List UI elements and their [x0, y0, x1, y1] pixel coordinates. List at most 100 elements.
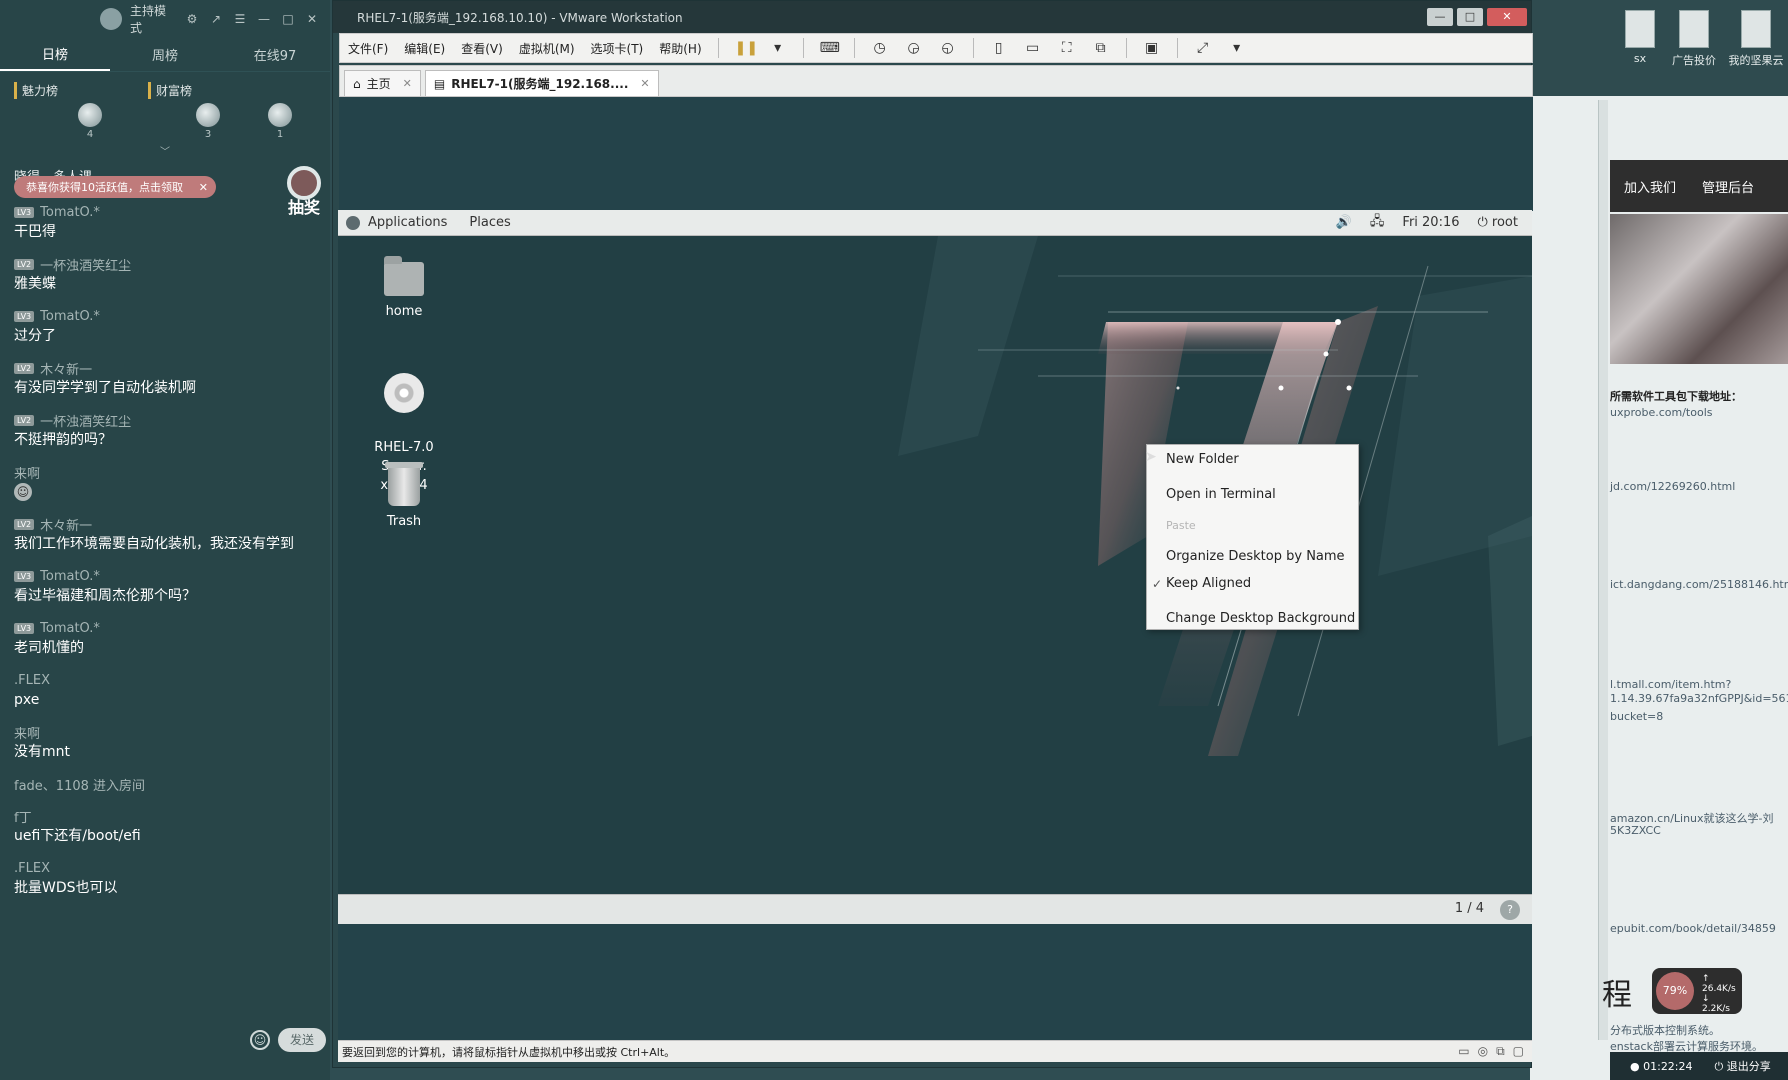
chat-user[interactable]: .FLEX: [14, 861, 50, 876]
chat-user[interactable]: f丁: [14, 807, 32, 826]
medal-item[interactable]: 4: [78, 103, 102, 140]
hard-disk-icon[interactable]: ▭: [1458, 1044, 1469, 1059]
page-link[interactable]: epubit.com/book/detail/34859: [1610, 922, 1776, 935]
page-link[interactable]: 5K3ZXCC: [1610, 824, 1661, 837]
reward-notice[interactable]: 恭喜你获得10活跃值，点击领取 ✕: [14, 176, 216, 198]
level-badge: LV2: [14, 414, 35, 426]
exit-share-button[interactable]: ⏻ 退出分享: [1715, 1058, 1771, 1074]
emoji-picker-icon[interactable]: ☺: [250, 1030, 270, 1050]
user-menu[interactable]: ⏻ root: [1478, 215, 1519, 230]
chevron-down-icon[interactable]: ▾: [769, 39, 787, 57]
network-adapter-icon[interactable]: ⧉: [1496, 1044, 1505, 1059]
chat-user[interactable]: 一杯浊酒笑红尘: [40, 255, 131, 274]
network-icon[interactable]: 🖧: [1370, 212, 1385, 234]
menu-file[interactable]: 文件(F): [348, 40, 388, 57]
host-avatar[interactable]: [100, 8, 122, 30]
chat-user[interactable]: TomatO.*: [40, 309, 100, 324]
desktop-shortcut[interactable]: 我的坚果云: [1726, 10, 1786, 68]
chat-user[interactable]: TomatO.*: [40, 621, 100, 636]
network-speed-widget[interactable]: 79% ↑ 26.4K/s ↓ 2.2K/s: [1652, 968, 1742, 1014]
tab-vm[interactable]: ▤ RHEL7-1(服务端_192.168.... ✕: [424, 70, 659, 96]
chat-user[interactable]: .FLEX: [14, 673, 50, 688]
page-link[interactable]: jd.com/12269260.html: [1610, 480, 1735, 493]
desktop-shortcut[interactable]: sx: [1610, 10, 1670, 65]
menu-vm[interactable]: 虚拟机(M): [519, 40, 575, 57]
vmware-titlebar[interactable]: RHEL7-1(服务端_192.168.10.10) - VMware Work…: [333, 1, 1531, 33]
desktop-icon-home[interactable]: home: [354, 256, 454, 321]
tab-online[interactable]: 在线97: [220, 39, 330, 70]
tab-home[interactable]: ⌂ 主页 ✕: [344, 70, 421, 96]
tab-daily[interactable]: 日榜: [0, 38, 110, 71]
page-link[interactable]: 1.14.39.67fa9a32nfGPPJ&id=561: [1610, 692, 1788, 705]
maximize-icon[interactable]: □: [280, 12, 296, 26]
close-icon[interactable]: ✕: [304, 12, 320, 26]
toolbar-separator: [1125, 38, 1127, 58]
menu-help[interactable]: 帮助(H): [659, 40, 701, 57]
console-icon[interactable]: ▣: [1143, 39, 1161, 57]
desktop-icon-trash[interactable]: Trash: [354, 462, 454, 531]
message-icon[interactable]: ▢: [1513, 1044, 1524, 1059]
menu-item-new-folder[interactable]: New Folder: [1147, 448, 1358, 472]
chat-user[interactable]: TomatO.*: [40, 205, 100, 220]
close-button[interactable]: ✕: [1487, 8, 1527, 26]
page-link[interactable]: ict.dangdang.com/25188146.htm: [1610, 578, 1788, 591]
cd-icon[interactable]: ◎: [1478, 1044, 1488, 1059]
help-icon[interactable]: ?: [1500, 900, 1520, 920]
chat-user[interactable]: 来啊: [14, 463, 40, 482]
wealth-rank-label[interactable]: 财富榜: [147, 82, 192, 99]
minimize-button[interactable]: —: [1427, 8, 1453, 26]
sidebar-view-icon[interactable]: ▯: [990, 39, 1008, 57]
page-link[interactable]: l.tmall.com/item.htm?: [1610, 678, 1731, 691]
page-link[interactable]: uxprobe.com/tools: [1610, 406, 1712, 419]
desktop-shortcut[interactable]: 广告投价: [1664, 10, 1724, 68]
menu-item-open-terminal[interactable]: Open in Terminal: [1147, 483, 1358, 507]
menu-edit[interactable]: 编辑(E): [404, 40, 445, 57]
chevron-down-icon[interactable]: ﹀: [0, 143, 330, 158]
chat-user[interactable]: TomatO.*: [40, 569, 100, 584]
snapshot-manager-icon[interactable]: ◵: [939, 39, 957, 57]
nav-join-us[interactable]: 加入我们: [1624, 177, 1676, 196]
medal-item[interactable]: 1: [268, 103, 292, 140]
medal-item[interactable]: 3: [196, 103, 220, 140]
places-menu[interactable]: Places: [469, 215, 510, 230]
menu-item-change-background[interactable]: Change Desktop Background: [1147, 607, 1358, 631]
charm-rank-label[interactable]: 魅力榜: [14, 82, 58, 99]
medal-icon: [196, 103, 220, 127]
menu-tabs[interactable]: 选项卡(T): [591, 40, 644, 57]
chat-user[interactable]: 木々新一: [40, 515, 92, 534]
clock[interactable]: Fri 20:16: [1402, 215, 1459, 230]
unity-icon[interactable]: ⧉: [1092, 39, 1110, 57]
send-keys-icon[interactable]: ⌨: [820, 39, 840, 57]
tab-weekly[interactable]: 周榜: [110, 39, 220, 70]
stretch-icon[interactable]: ⤢: [1194, 39, 1212, 57]
chat-user[interactable]: 来啊: [14, 723, 40, 742]
thumbnail-view-icon[interactable]: ▭: [1024, 39, 1042, 57]
chat-user[interactable]: 一杯浊酒笑红尘: [40, 411, 131, 430]
close-icon[interactable]: ✕: [199, 181, 208, 194]
snapshot-icon[interactable]: ◷: [871, 39, 889, 57]
chat-topbar: 主持模式 ⚙ ↗ ☰ — □ ✕: [0, 0, 330, 38]
close-tab-icon[interactable]: ✕: [640, 77, 649, 90]
menu-item-keep-aligned[interactable]: ✓ Keep Aligned: [1147, 572, 1358, 596]
pause-icon[interactable]: ❚❚: [735, 39, 758, 57]
menu-view[interactable]: 查看(V): [461, 40, 503, 57]
settings-icon[interactable]: ⚙: [184, 12, 200, 26]
chat-user[interactable]: 木々新一: [40, 359, 92, 378]
minimize-icon[interactable]: —: [256, 12, 272, 26]
page-link[interactable]: bucket=8: [1610, 710, 1663, 723]
send-button[interactable]: 发送: [278, 1028, 326, 1052]
volume-icon[interactable]: 🔊: [1336, 215, 1352, 230]
applications-menu[interactable]: Applications: [368, 215, 447, 230]
maximize-button[interactable]: □: [1457, 8, 1483, 26]
menu-item-organize-desktop[interactable]: Organize Desktop by Name: [1147, 545, 1358, 569]
menu-icon[interactable]: ☰: [232, 12, 248, 26]
close-tab-icon[interactable]: ✕: [403, 77, 412, 90]
nav-admin[interactable]: 管理后台: [1702, 177, 1754, 196]
fullscreen-icon[interactable]: ⛶: [1058, 39, 1076, 57]
share-icon[interactable]: ↗: [208, 12, 224, 26]
chevron-down-icon[interactable]: ▾: [1228, 39, 1246, 57]
toolbar-separator: [1176, 38, 1178, 58]
workspace-indicator[interactable]: 1 / 4: [1455, 901, 1484, 916]
scrollbar[interactable]: [1598, 100, 1608, 1040]
revert-snapshot-icon[interactable]: ◶: [905, 39, 923, 57]
